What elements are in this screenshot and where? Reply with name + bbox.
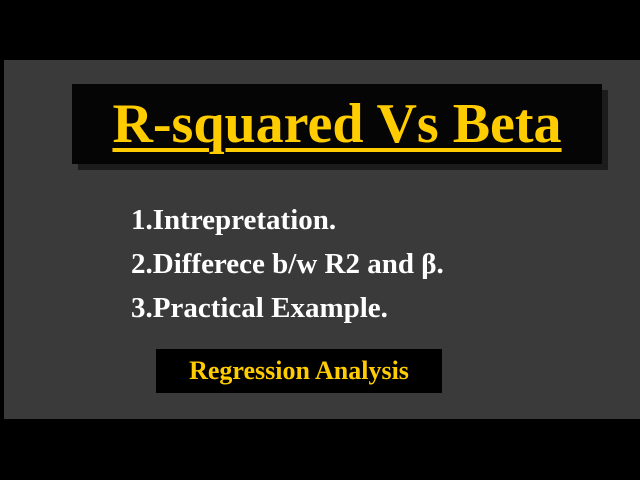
title-banner: R-squared Vs Beta [72,84,602,164]
slide-subtitle: Regression Analysis [189,356,409,385]
topic-list: 1.Intrepretation. 2.Differece b/w R2 and… [131,198,444,330]
slide-title: R-squared Vs Beta [112,93,562,155]
slide: R-squared Vs Beta 1.Intrepretation. 2.Di… [4,60,640,419]
video-frame: R-squared Vs Beta 1.Intrepretation. 2.Di… [0,0,640,480]
topic-item: 1.Intrepretation. [131,204,337,236]
topic-item: 3.Practical Example. [131,292,388,324]
topic-item: 2.Differece b/w R2 and β. [131,248,444,280]
subtitle-banner: Regression Analysis [156,349,442,393]
